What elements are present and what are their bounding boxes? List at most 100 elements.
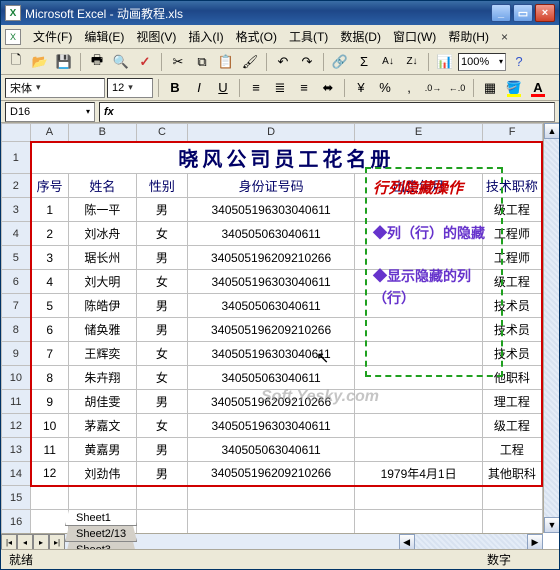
percent-icon[interactable]: %: [374, 77, 396, 99]
data-cell[interactable]: 女: [137, 222, 188, 246]
data-cell[interactable]: 琚长州: [68, 246, 136, 270]
italic-icon[interactable]: I: [188, 77, 210, 99]
data-cell[interactable]: 技术员: [482, 294, 542, 318]
col-header[interactable]: B: [68, 124, 136, 142]
data-cell[interactable]: [355, 414, 482, 438]
help-icon[interactable]: ?: [508, 51, 530, 73]
font-size-combo[interactable]: 12▾: [107, 78, 153, 98]
menu-item[interactable]: 格式(O): [230, 26, 283, 47]
data-cell[interactable]: 10: [31, 414, 68, 438]
format-painter-icon[interactable]: 🖌: [239, 51, 261, 73]
data-cell[interactable]: 9: [31, 390, 68, 414]
header-cell[interactable]: 身份证号码: [187, 174, 355, 198]
data-cell[interactable]: 陈一平: [68, 198, 136, 222]
data-cell[interactable]: 刘冰舟: [68, 222, 136, 246]
menu-item[interactable]: 帮助(H): [442, 26, 495, 47]
data-cell[interactable]: 1: [31, 198, 68, 222]
menu-item[interactable]: 文件(F): [27, 26, 78, 47]
data-cell[interactable]: 他职科: [482, 366, 542, 390]
data-cell[interactable]: [355, 342, 482, 366]
tab-last-icon[interactable]: ▸|: [49, 534, 65, 549]
maximize-button[interactable]: ▭: [513, 4, 533, 22]
spell-icon[interactable]: ✓: [134, 51, 156, 73]
font-color-icon[interactable]: A: [527, 77, 549, 99]
sheet-tab[interactable]: Sheet1: [65, 510, 137, 526]
data-cell[interactable]: 340505196303040611: [187, 270, 355, 294]
align-center-icon[interactable]: ≣: [269, 77, 291, 99]
row-header[interactable]: 3: [2, 198, 31, 222]
select-all-corner[interactable]: [2, 124, 31, 142]
data-cell[interactable]: 黄嘉男: [68, 438, 136, 462]
data-cell[interactable]: [355, 294, 482, 318]
new-icon[interactable]: 🗋: [5, 51, 27, 73]
data-cell[interactable]: 刘劲伟: [68, 462, 136, 486]
col-header[interactable]: A: [31, 124, 68, 142]
data-cell[interactable]: 储奂雅: [68, 318, 136, 342]
redo-icon[interactable]: ↷: [296, 51, 318, 73]
sheet-tab[interactable]: Sheet3: [65, 542, 137, 549]
close-button[interactable]: ×: [535, 4, 555, 22]
empty-cell[interactable]: [31, 510, 68, 534]
data-cell[interactable]: 工程师: [482, 246, 542, 270]
empty-cell[interactable]: [187, 486, 355, 510]
row-header[interactable]: 8: [2, 318, 31, 342]
data-cell[interactable]: 男: [137, 318, 188, 342]
data-cell[interactable]: 340505063040611: [187, 294, 355, 318]
data-cell[interactable]: 6: [31, 318, 68, 342]
data-cell[interactable]: 7: [31, 342, 68, 366]
decrease-decimal-icon[interactable]: ←.0: [446, 77, 468, 99]
data-cell[interactable]: [355, 222, 482, 246]
header-cell[interactable]: 性别: [137, 174, 188, 198]
data-cell[interactable]: 级工程: [482, 270, 542, 294]
empty-cell[interactable]: [137, 486, 188, 510]
data-cell[interactable]: 男: [137, 294, 188, 318]
row-header[interactable]: 6: [2, 270, 31, 294]
data-cell[interactable]: 340505063040611: [187, 366, 355, 390]
row-header[interactable]: 7: [2, 294, 31, 318]
menu-item[interactable]: 数据(D): [334, 26, 387, 47]
row-header[interactable]: 15: [2, 486, 31, 510]
data-cell[interactable]: 女: [137, 366, 188, 390]
increase-decimal-icon[interactable]: .0→: [422, 77, 444, 99]
data-cell[interactable]: 5: [31, 294, 68, 318]
empty-cell[interactable]: [31, 486, 68, 510]
data-cell[interactable]: 340505196303040611: [187, 414, 355, 438]
data-cell[interactable]: [355, 366, 482, 390]
vertical-scrollbar[interactable]: ▲ ▼: [543, 123, 559, 533]
data-cell[interactable]: 340505196209210266: [187, 462, 355, 486]
data-cell[interactable]: 4: [31, 270, 68, 294]
link-icon[interactable]: 🔗: [329, 51, 351, 73]
align-left-icon[interactable]: ≡: [245, 77, 267, 99]
header-cell[interactable]: 序号: [31, 174, 68, 198]
row-header[interactable]: 5: [2, 246, 31, 270]
row-header[interactable]: 1: [2, 142, 31, 174]
data-cell[interactable]: 女: [137, 342, 188, 366]
data-cell[interactable]: 男: [137, 246, 188, 270]
data-cell[interactable]: [355, 198, 482, 222]
print-icon[interactable]: 🖶: [86, 51, 108, 73]
cut-icon[interactable]: ✂: [167, 51, 189, 73]
data-cell[interactable]: 12: [31, 462, 68, 486]
data-cell[interactable]: 朱卉翔: [68, 366, 136, 390]
header-cell[interactable]: 姓名: [68, 174, 136, 198]
data-cell[interactable]: 3: [31, 246, 68, 270]
formula-input[interactable]: fx: [99, 102, 555, 122]
data-cell[interactable]: 340505063040611: [187, 438, 355, 462]
row-header[interactable]: 14: [2, 462, 31, 486]
data-cell[interactable]: 340505196303040611: [187, 198, 355, 222]
data-cell[interactable]: [355, 246, 482, 270]
data-cell[interactable]: [355, 318, 482, 342]
data-cell[interactable]: 11: [31, 438, 68, 462]
data-cell[interactable]: 级工程: [482, 414, 542, 438]
empty-cell[interactable]: [137, 510, 188, 534]
scroll-down-icon[interactable]: ▼: [544, 517, 559, 533]
data-cell[interactable]: 理工程: [482, 390, 542, 414]
preview-icon[interactable]: 🔍: [110, 51, 132, 73]
merge-cells-icon[interactable]: ⬌: [317, 77, 339, 99]
data-cell[interactable]: 女: [137, 414, 188, 438]
empty-cell[interactable]: [482, 486, 542, 510]
scroll-up-icon[interactable]: ▲: [544, 123, 559, 139]
undo-icon[interactable]: ↶: [272, 51, 294, 73]
row-header[interactable]: 9: [2, 342, 31, 366]
row-header[interactable]: 13: [2, 438, 31, 462]
